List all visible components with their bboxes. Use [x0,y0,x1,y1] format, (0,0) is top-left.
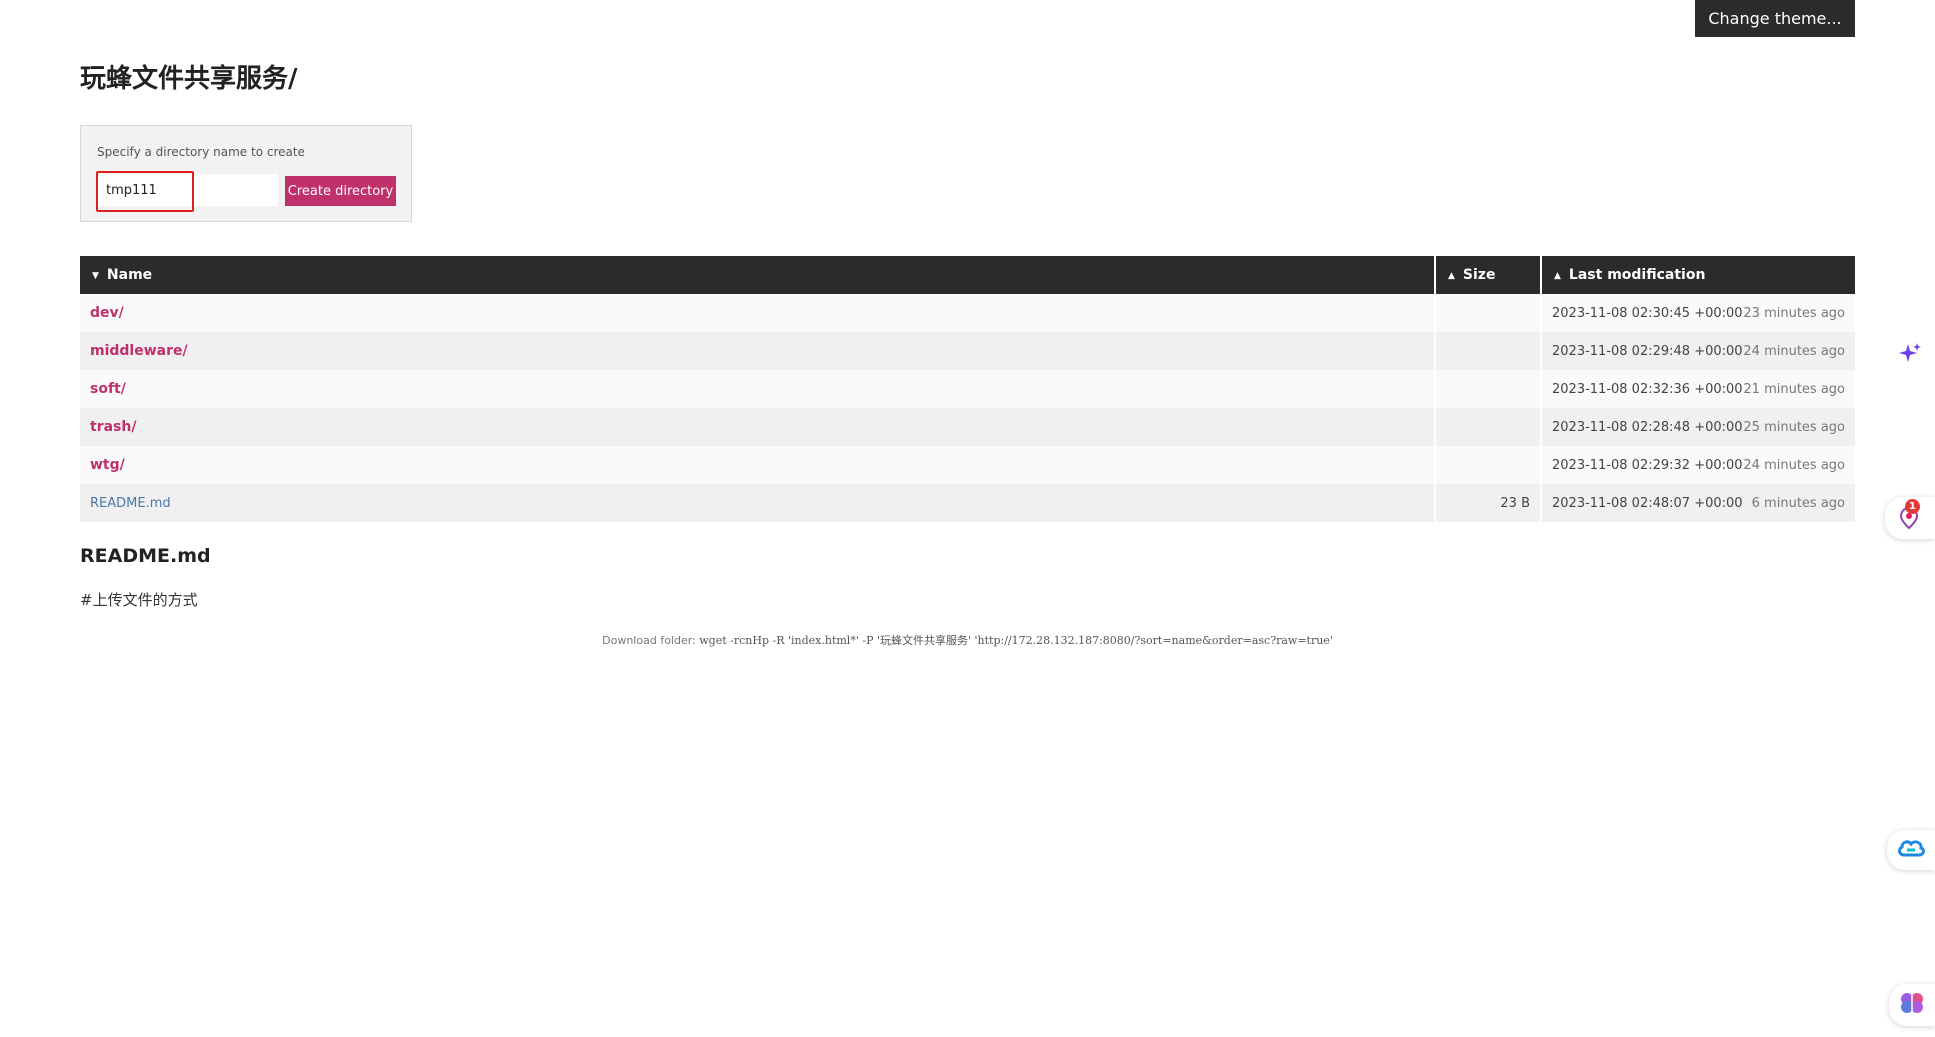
name-cell: soft/ [80,370,1436,408]
modified-date: 2023-11-08 02:29:32 +00:00 [1552,457,1743,473]
name-column-label: Name [106,267,153,283]
page: Change theme... 玩蜂文件共享服务/ Specify a dire… [0,0,1935,1037]
directory-name-input[interactable] [96,174,278,206]
modified-cell: 2023-11-08 02:32:36 +00:00 21 minutes ago [1541,370,1855,408]
size-cell [1435,332,1542,370]
modified-date: 2023-11-08 02:30:45 +00:00 [1552,305,1743,321]
notification-widget[interactable]: 1 [1885,497,1935,539]
table-row: wtg/ 2023-11-08 02:29:32 +00:00 24 minute… [80,446,1855,484]
modified-ago: 24 minutes ago [1743,343,1845,359]
create-directory-form: Specify a directory name to create Creat… [80,125,412,222]
modified-date: 2023-11-08 02:28:48 +00:00 [1552,419,1743,435]
modified-ago: 6 minutes ago [1751,495,1845,511]
sort-asc-icon: ▲ [1448,271,1455,281]
create-directory-button[interactable]: Create directory [285,176,396,206]
readme-title: README.md [80,545,211,567]
modified-ago: 23 minutes ago [1743,305,1845,321]
page-title: 玩蜂文件共享服务/ [80,64,298,94]
name-cell: middleware/ [80,332,1436,370]
name-cell: README.md [80,484,1436,522]
pin-icon: 1 [1898,499,1922,530]
size-cell [1435,408,1542,446]
name-cell: dev/ [80,294,1436,332]
modified-date: 2023-11-08 02:29:48 +00:00 [1552,343,1743,359]
modified-date: 2023-11-08 02:48:07 +00:00 [1552,495,1743,511]
size-cell [1435,370,1542,408]
download-label: Download folder: [602,634,696,647]
directory-link[interactable]: soft/ [90,381,126,397]
size-column-header[interactable]: ▲ Size [1435,256,1542,294]
table-row: dev/ 2023-11-08 02:30:45 +00:00 23 minute… [80,294,1855,332]
brain-widget[interactable] [1889,984,1935,1026]
modified-cell: 2023-11-08 02:28:48 +00:00 25 minutes ago [1541,408,1855,446]
file-link[interactable]: README.md [90,496,171,511]
notification-badge: 1 [1905,499,1920,514]
change-theme-button[interactable]: Change theme... [1695,0,1855,37]
size-column-label: Size [1462,267,1496,283]
size-cell [1435,294,1542,332]
modified-cell: 2023-11-08 02:48:07 +00:00 6 minutes ago [1541,484,1855,522]
directory-link[interactable]: wtg/ [90,457,125,473]
modified-ago: 21 minutes ago [1743,381,1845,397]
modified-date: 2023-11-08 02:32:36 +00:00 [1552,381,1743,397]
directory-link[interactable]: dev/ [90,305,124,321]
directory-link[interactable]: middleware/ [90,343,188,359]
sort-desc-icon: ▼ [92,271,99,281]
brain-icon [1899,991,1925,1019]
directory-name-label: Specify a directory name to create [97,145,305,159]
readme-content: #上传文件的方式 [80,591,198,609]
file-listing-table: ▼ Name ▲ Size ▲ Last modification dev/ 2023… [80,256,1855,522]
table-row: middleware/ 2023-11-08 02:29:48 +00:00 24… [80,332,1855,370]
modified-cell: 2023-11-08 02:29:48 +00:00 24 minutes ago [1541,332,1855,370]
table-row: soft/ 2023-11-08 02:32:36 +00:00 21 minut… [80,370,1855,408]
size-cell [1435,446,1542,484]
name-cell: trash/ [80,408,1436,446]
sparkle-icon[interactable] [1898,342,1922,372]
name-cell: wtg/ [80,446,1436,484]
table-row: README.md 23 B 2023-11-08 02:48:07 +00:0… [80,484,1855,522]
table-row: trash/ 2023-11-08 02:28:48 +00:00 25 minu… [80,408,1855,446]
cloud-link-widget[interactable] [1887,830,1935,870]
modified-cell: 2023-11-08 02:30:45 +00:00 23 minutes ago [1541,294,1855,332]
modified-column-label: Last modification [1568,267,1706,283]
table-header-row: ▼ Name ▲ Size ▲ Last modification [80,256,1855,294]
modified-ago: 25 minutes ago [1743,419,1845,435]
name-column-header[interactable]: ▼ Name [80,256,1436,294]
modified-column-header[interactable]: ▲ Last modification [1541,256,1855,294]
modified-cell: 2023-11-08 02:29:32 +00:00 24 minutes ago [1541,446,1855,484]
download-command[interactable]: wget -rcnHp -R 'index.html*' -P '玩蜂文件共享服… [699,634,1333,647]
cloud-link-icon [1896,837,1926,863]
directory-link[interactable]: trash/ [90,419,136,435]
modified-ago: 24 minutes ago [1743,457,1845,473]
download-instructions: Download folder: wget -rcnHp -R 'index.h… [0,632,1935,648]
sort-asc-icon: ▲ [1554,271,1561,281]
size-cell: 23 B [1435,484,1542,522]
